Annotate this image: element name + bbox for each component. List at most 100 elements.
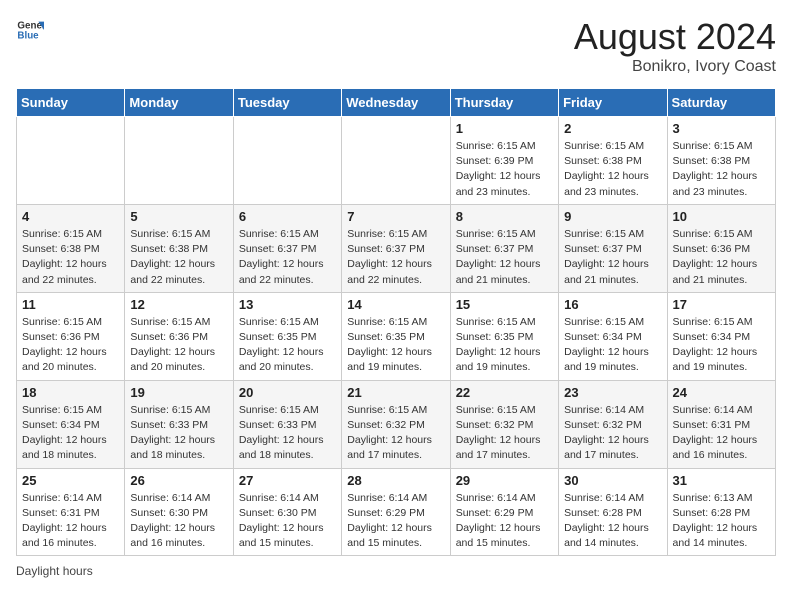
- calendar-cell: 15Sunrise: 6:15 AM Sunset: 6:35 PM Dayli…: [450, 292, 558, 380]
- day-info: Sunrise: 6:15 AM Sunset: 6:35 PM Dayligh…: [456, 315, 553, 376]
- day-info: Sunrise: 6:15 AM Sunset: 6:35 PM Dayligh…: [347, 315, 444, 376]
- day-info: Sunrise: 6:14 AM Sunset: 6:30 PM Dayligh…: [130, 491, 227, 552]
- day-number: 19: [130, 385, 227, 400]
- day-number: 22: [456, 385, 553, 400]
- day-number: 13: [239, 297, 336, 312]
- calendar-cell: 1 Sunrise: 6:15 AM Sunset: 6:39 PM Daylig…: [450, 117, 558, 205]
- day-number: 14: [347, 297, 444, 312]
- day-number: 28: [347, 473, 444, 488]
- day-info: Sunrise: 6:15 AM Sunset: 6:35 PM Dayligh…: [239, 315, 336, 376]
- day-info: Sunrise: 6:15 AM Sunset: 6:36 PM Dayligh…: [673, 227, 770, 288]
- day-info: Sunrise: 6:15 AM Sunset: 6:37 PM Dayligh…: [239, 227, 336, 288]
- weekday-header-friday: Friday: [559, 89, 667, 117]
- day-info: Sunrise: 6:14 AM Sunset: 6:32 PM Dayligh…: [564, 403, 661, 464]
- day-info: Sunrise: 6:15 AM Sunset: 6:34 PM Dayligh…: [673, 315, 770, 376]
- day-info: Sunrise: 6:15 AM Sunset: 6:36 PM Dayligh…: [22, 315, 119, 376]
- calendar-cell: 24 Sunrise: 6:14 AM Sunset: 6:31 PM Dayli…: [667, 380, 775, 468]
- calendar-cell: 29 Sunrise: 6:14 AM Sunset: 6:29 PM Dayli…: [450, 468, 558, 556]
- day-number: 25: [22, 473, 119, 488]
- day-info: Sunrise: 6:15 AM Sunset: 6:36 PM Dayligh…: [130, 315, 227, 376]
- day-number: 24: [673, 385, 770, 400]
- day-info: Sunrise: 6:14 AM Sunset: 6:31 PM Dayligh…: [673, 403, 770, 464]
- day-info: Sunrise: 6:15 AM Sunset: 6:37 PM Dayligh…: [456, 227, 553, 288]
- day-info: Sunrise: 6:14 AM Sunset: 6:29 PM Dayligh…: [347, 491, 444, 552]
- day-number: 20: [239, 385, 336, 400]
- day-info: Sunrise: 6:13 AM Sunset: 6:28 PM Dayligh…: [673, 491, 770, 552]
- day-info: Sunrise: 6:15 AM Sunset: 6:32 PM Dayligh…: [456, 403, 553, 464]
- calendar-cell: [342, 117, 450, 205]
- calendar-cell: 25Sunrise: 6:14 AM Sunset: 6:31 PM Dayli…: [17, 468, 125, 556]
- weekday-header-monday: Monday: [125, 89, 233, 117]
- day-number: 5: [130, 209, 227, 224]
- day-info: Sunrise: 6:15 AM Sunset: 6:38 PM Dayligh…: [130, 227, 227, 288]
- day-number: 7: [347, 209, 444, 224]
- calendar-cell: 9Sunrise: 6:15 AM Sunset: 6:37 PM Daylig…: [559, 204, 667, 292]
- weekday-header-sunday: Sunday: [17, 89, 125, 117]
- day-info: Sunrise: 6:15 AM Sunset: 6:39 PM Dayligh…: [456, 139, 553, 200]
- week-row-2: 4 Sunrise: 6:15 AM Sunset: 6:38 PM Daylig…: [17, 204, 776, 292]
- calendar-cell: 30Sunrise: 6:14 AM Sunset: 6:28 PM Dayli…: [559, 468, 667, 556]
- day-info: Sunrise: 6:15 AM Sunset: 6:38 PM Dayligh…: [22, 227, 119, 288]
- calendar-cell: 19 Sunrise: 6:15 AM Sunset: 6:33 PM Dayli…: [125, 380, 233, 468]
- day-number: 31: [673, 473, 770, 488]
- logo-icon: General Blue: [16, 16, 44, 44]
- day-info: Sunrise: 6:15 AM Sunset: 6:32 PM Dayligh…: [347, 403, 444, 464]
- day-number: 21: [347, 385, 444, 400]
- calendar-cell: 28 Sunrise: 6:14 AM Sunset: 6:29 PM Dayli…: [342, 468, 450, 556]
- calendar-cell: 21 Sunrise: 6:15 AM Sunset: 6:32 PM Dayli…: [342, 380, 450, 468]
- calendar-cell: [17, 117, 125, 205]
- calendar-cell: 5 Sunrise: 6:15 AM Sunset: 6:38 PM Daylig…: [125, 204, 233, 292]
- logo: General Blue: [16, 16, 44, 44]
- calendar-cell: 16Sunrise: 6:15 AM Sunset: 6:34 PM Dayli…: [559, 292, 667, 380]
- location: Bonikro, Ivory Coast: [574, 58, 776, 76]
- calendar-cell: 22 Sunrise: 6:15 AM Sunset: 6:32 PM Dayli…: [450, 380, 558, 468]
- day-number: 29: [456, 473, 553, 488]
- day-info: Sunrise: 6:15 AM Sunset: 6:38 PM Dayligh…: [673, 139, 770, 200]
- day-number: 30: [564, 473, 661, 488]
- svg-text:Blue: Blue: [17, 30, 39, 41]
- footer-note: Daylight hours: [16, 564, 776, 578]
- weekday-header-tuesday: Tuesday: [233, 89, 341, 117]
- day-number: 17: [673, 297, 770, 312]
- day-number: 4: [22, 209, 119, 224]
- weekday-header-saturday: Saturday: [667, 89, 775, 117]
- week-row-5: 25Sunrise: 6:14 AM Sunset: 6:31 PM Dayli…: [17, 468, 776, 556]
- title-area: August 2024 Bonikro, Ivory Coast: [574, 16, 776, 76]
- weekday-header-thursday: Thursday: [450, 89, 558, 117]
- week-row-3: 11 Sunrise: 6:15 AM Sunset: 6:36 PM Dayli…: [17, 292, 776, 380]
- header: General Blue August 2024 Bonikro, Ivory …: [16, 16, 776, 76]
- calendar-cell: 2Sunrise: 6:15 AM Sunset: 6:38 PM Daylig…: [559, 117, 667, 205]
- day-number: 12: [130, 297, 227, 312]
- calendar-cell: 7Sunrise: 6:15 AM Sunset: 6:37 PM Daylig…: [342, 204, 450, 292]
- week-row-4: 18Sunrise: 6:15 AM Sunset: 6:34 PM Dayli…: [17, 380, 776, 468]
- day-info: Sunrise: 6:15 AM Sunset: 6:33 PM Dayligh…: [130, 403, 227, 464]
- calendar-cell: 20Sunrise: 6:15 AM Sunset: 6:33 PM Dayli…: [233, 380, 341, 468]
- daylight-hours-label: Daylight hours: [16, 564, 93, 578]
- day-number: 8: [456, 209, 553, 224]
- calendar-cell: [233, 117, 341, 205]
- day-number: 23: [564, 385, 661, 400]
- week-row-1: 1 Sunrise: 6:15 AM Sunset: 6:39 PM Daylig…: [17, 117, 776, 205]
- calendar-cell: 18Sunrise: 6:15 AM Sunset: 6:34 PM Dayli…: [17, 380, 125, 468]
- calendar-cell: 23 Sunrise: 6:14 AM Sunset: 6:32 PM Dayli…: [559, 380, 667, 468]
- calendar-cell: 11 Sunrise: 6:15 AM Sunset: 6:36 PM Dayli…: [17, 292, 125, 380]
- calendar-cell: 27Sunrise: 6:14 AM Sunset: 6:30 PM Dayli…: [233, 468, 341, 556]
- calendar-cell: 3Sunrise: 6:15 AM Sunset: 6:38 PM Daylig…: [667, 117, 775, 205]
- calendar-cell: 8 Sunrise: 6:15 AM Sunset: 6:37 PM Daylig…: [450, 204, 558, 292]
- day-info: Sunrise: 6:15 AM Sunset: 6:37 PM Dayligh…: [564, 227, 661, 288]
- calendar-cell: 10 Sunrise: 6:15 AM Sunset: 6:36 PM Dayli…: [667, 204, 775, 292]
- day-number: 27: [239, 473, 336, 488]
- calendar: SundayMondayTuesdayWednesdayThursdayFrid…: [16, 88, 776, 556]
- day-number: 6: [239, 209, 336, 224]
- day-info: Sunrise: 6:15 AM Sunset: 6:34 PM Dayligh…: [22, 403, 119, 464]
- calendar-cell: 6 Sunrise: 6:15 AM Sunset: 6:37 PM Daylig…: [233, 204, 341, 292]
- calendar-cell: [125, 117, 233, 205]
- day-info: Sunrise: 6:15 AM Sunset: 6:38 PM Dayligh…: [564, 139, 661, 200]
- calendar-cell: 17 Sunrise: 6:15 AM Sunset: 6:34 PM Dayli…: [667, 292, 775, 380]
- day-number: 10: [673, 209, 770, 224]
- day-number: 1: [456, 121, 553, 136]
- day-info: Sunrise: 6:14 AM Sunset: 6:29 PM Dayligh…: [456, 491, 553, 552]
- day-number: 11: [22, 297, 119, 312]
- month-year: August 2024: [574, 16, 776, 58]
- calendar-cell: 12 Sunrise: 6:15 AM Sunset: 6:36 PM Dayli…: [125, 292, 233, 380]
